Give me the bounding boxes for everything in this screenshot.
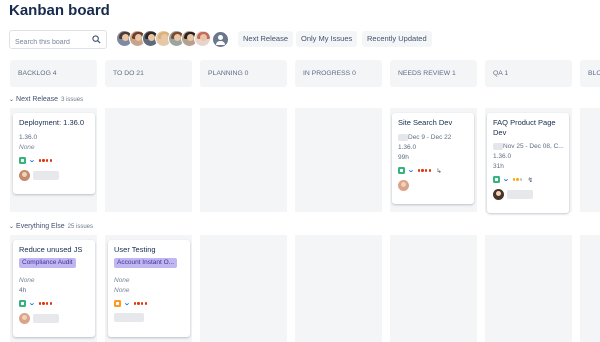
priority-low-icon: ⌄ [28, 157, 36, 164]
subtask-icon: ↳ [436, 167, 442, 175]
status-dots-icon [512, 178, 524, 181]
card-estimate: None [19, 144, 35, 151]
chevron-down-icon[interactable]: ⌄ [9, 96, 14, 103]
filter-only-my-issues[interactable]: Only My Issues [296, 31, 358, 47]
column-header-needs-review: NEEDS REVIEW 1 [390, 60, 477, 87]
card-estimate: 31h [493, 163, 504, 170]
status-dots-icon [38, 302, 53, 305]
swimlane-count: 3 issues [61, 97, 84, 103]
column-header-in-progress: IN PROGRESS 0 [295, 60, 382, 87]
assignee-avatars [116, 30, 228, 49]
assignee-name-redacted [33, 314, 59, 323]
assignee-name-redacted [114, 313, 144, 322]
column-header-qa: QA 1 [485, 60, 572, 87]
page-title: Kanban board [9, 2, 110, 19]
card-fix-version: 1.36.0 [398, 144, 417, 151]
epic-label[interactable]: Compliance Audit [19, 258, 76, 268]
issue-card-site-search[interactable]: Site Search Dev Dec 9 - Dec 22 1.36.0 99… [392, 113, 474, 204]
column-header-backlog: BACKLOG 4 [10, 60, 97, 87]
card-dates: Dec 9 - Dec 22 [408, 134, 452, 141]
issue-card-reduce-unused-js[interactable]: Reduce unused JS Compliance Audit None 4… [13, 240, 95, 337]
unassigned-avatar-icon[interactable] [213, 32, 228, 47]
filter-next-release[interactable]: Next Release [238, 31, 294, 47]
story-type-icon [398, 167, 405, 174]
story-type-icon [19, 300, 26, 307]
swimlane-everything-else[interactable]: ⌄ Everything Else 25 issues [9, 223, 93, 230]
column-cell [295, 235, 382, 342]
column-header-planning: PLANNING 0 [200, 60, 287, 87]
date-prefix-redacted [493, 142, 503, 150]
card-estimate: 99h [398, 154, 409, 161]
column-cell [200, 108, 287, 212]
assignee-avatar[interactable] [398, 180, 409, 191]
card-title: Site Search Dev [398, 118, 453, 127]
date-prefix-redacted [398, 133, 408, 141]
issue-card-user-testing[interactable]: User Testing Account Instant O... None N… [108, 240, 190, 337]
chevron-down-icon[interactable]: ⌄ [9, 223, 14, 230]
swimlane-next-release[interactable]: ⌄ Next Release 3 issues [9, 96, 83, 103]
column-cell [105, 108, 192, 212]
column-cell [580, 235, 600, 342]
card-fix-version: 1.36.0 [493, 153, 512, 160]
card-dates: Nov 25 - Dec 08, C... [503, 143, 564, 150]
column-cell [390, 235, 477, 342]
story-type-icon [19, 157, 26, 164]
priority-low-icon: ⌄ [28, 300, 36, 307]
column-cell [580, 108, 600, 212]
status-dots-icon [38, 159, 53, 162]
card-title: Deployment: 1.36.0 [19, 118, 85, 127]
assignee-name-redacted [507, 190, 533, 199]
priority-low-icon: ⌄ [502, 176, 510, 183]
priority-low-icon: ⌄ [123, 300, 131, 307]
column-cell [485, 235, 572, 342]
column-header-blocked: BLO [580, 60, 600, 87]
status-dots-icon [133, 302, 148, 305]
search-input[interactable] [10, 34, 90, 51]
swimlane-count: 25 issues [67, 224, 94, 230]
priority-low-icon: ⌄ [407, 167, 415, 174]
card-estimate: 4h [19, 287, 27, 294]
status-dots-icon [417, 169, 432, 172]
search-icon[interactable] [92, 35, 101, 44]
card-fix-version: None [19, 277, 35, 284]
card-title: User Testing [114, 245, 156, 254]
issue-card-deployment[interactable]: Deployment: 1.36.0 1.36.0 None ⌄ [13, 113, 95, 194]
card-fix-version: 1.36.0 [19, 134, 38, 141]
column-cell [200, 235, 287, 342]
assignee-avatar[interactable] [493, 189, 504, 200]
search-box[interactable] [9, 30, 107, 51]
issue-card-faq[interactable]: FAQ Product Page Dev Nov 25 - Dec 08, C.… [487, 113, 569, 213]
epic-label[interactable]: Account Instant O... [114, 258, 178, 268]
column-header-todo: TO DO 21 [105, 60, 192, 87]
assignee-avatar[interactable] [19, 313, 30, 324]
avatar-7[interactable] [194, 30, 211, 47]
card-title: Reduce unused JS [19, 245, 83, 254]
assignee-name-redacted [33, 171, 59, 180]
swimlane-label: Next Release [16, 96, 59, 103]
filter-recently-updated[interactable]: Recently Updated [362, 31, 432, 47]
task-type-icon [114, 300, 121, 307]
column-cell [295, 108, 382, 212]
card-title: FAQ Product Page Dev [493, 118, 556, 137]
assignee-avatar[interactable] [19, 170, 30, 181]
subtask-icon: ↯ [527, 176, 534, 184]
swimlane-label: Everything Else [16, 223, 65, 230]
card-estimate: None [114, 287, 130, 294]
card-fix-version: None [114, 277, 130, 284]
story-type-icon [493, 176, 500, 183]
